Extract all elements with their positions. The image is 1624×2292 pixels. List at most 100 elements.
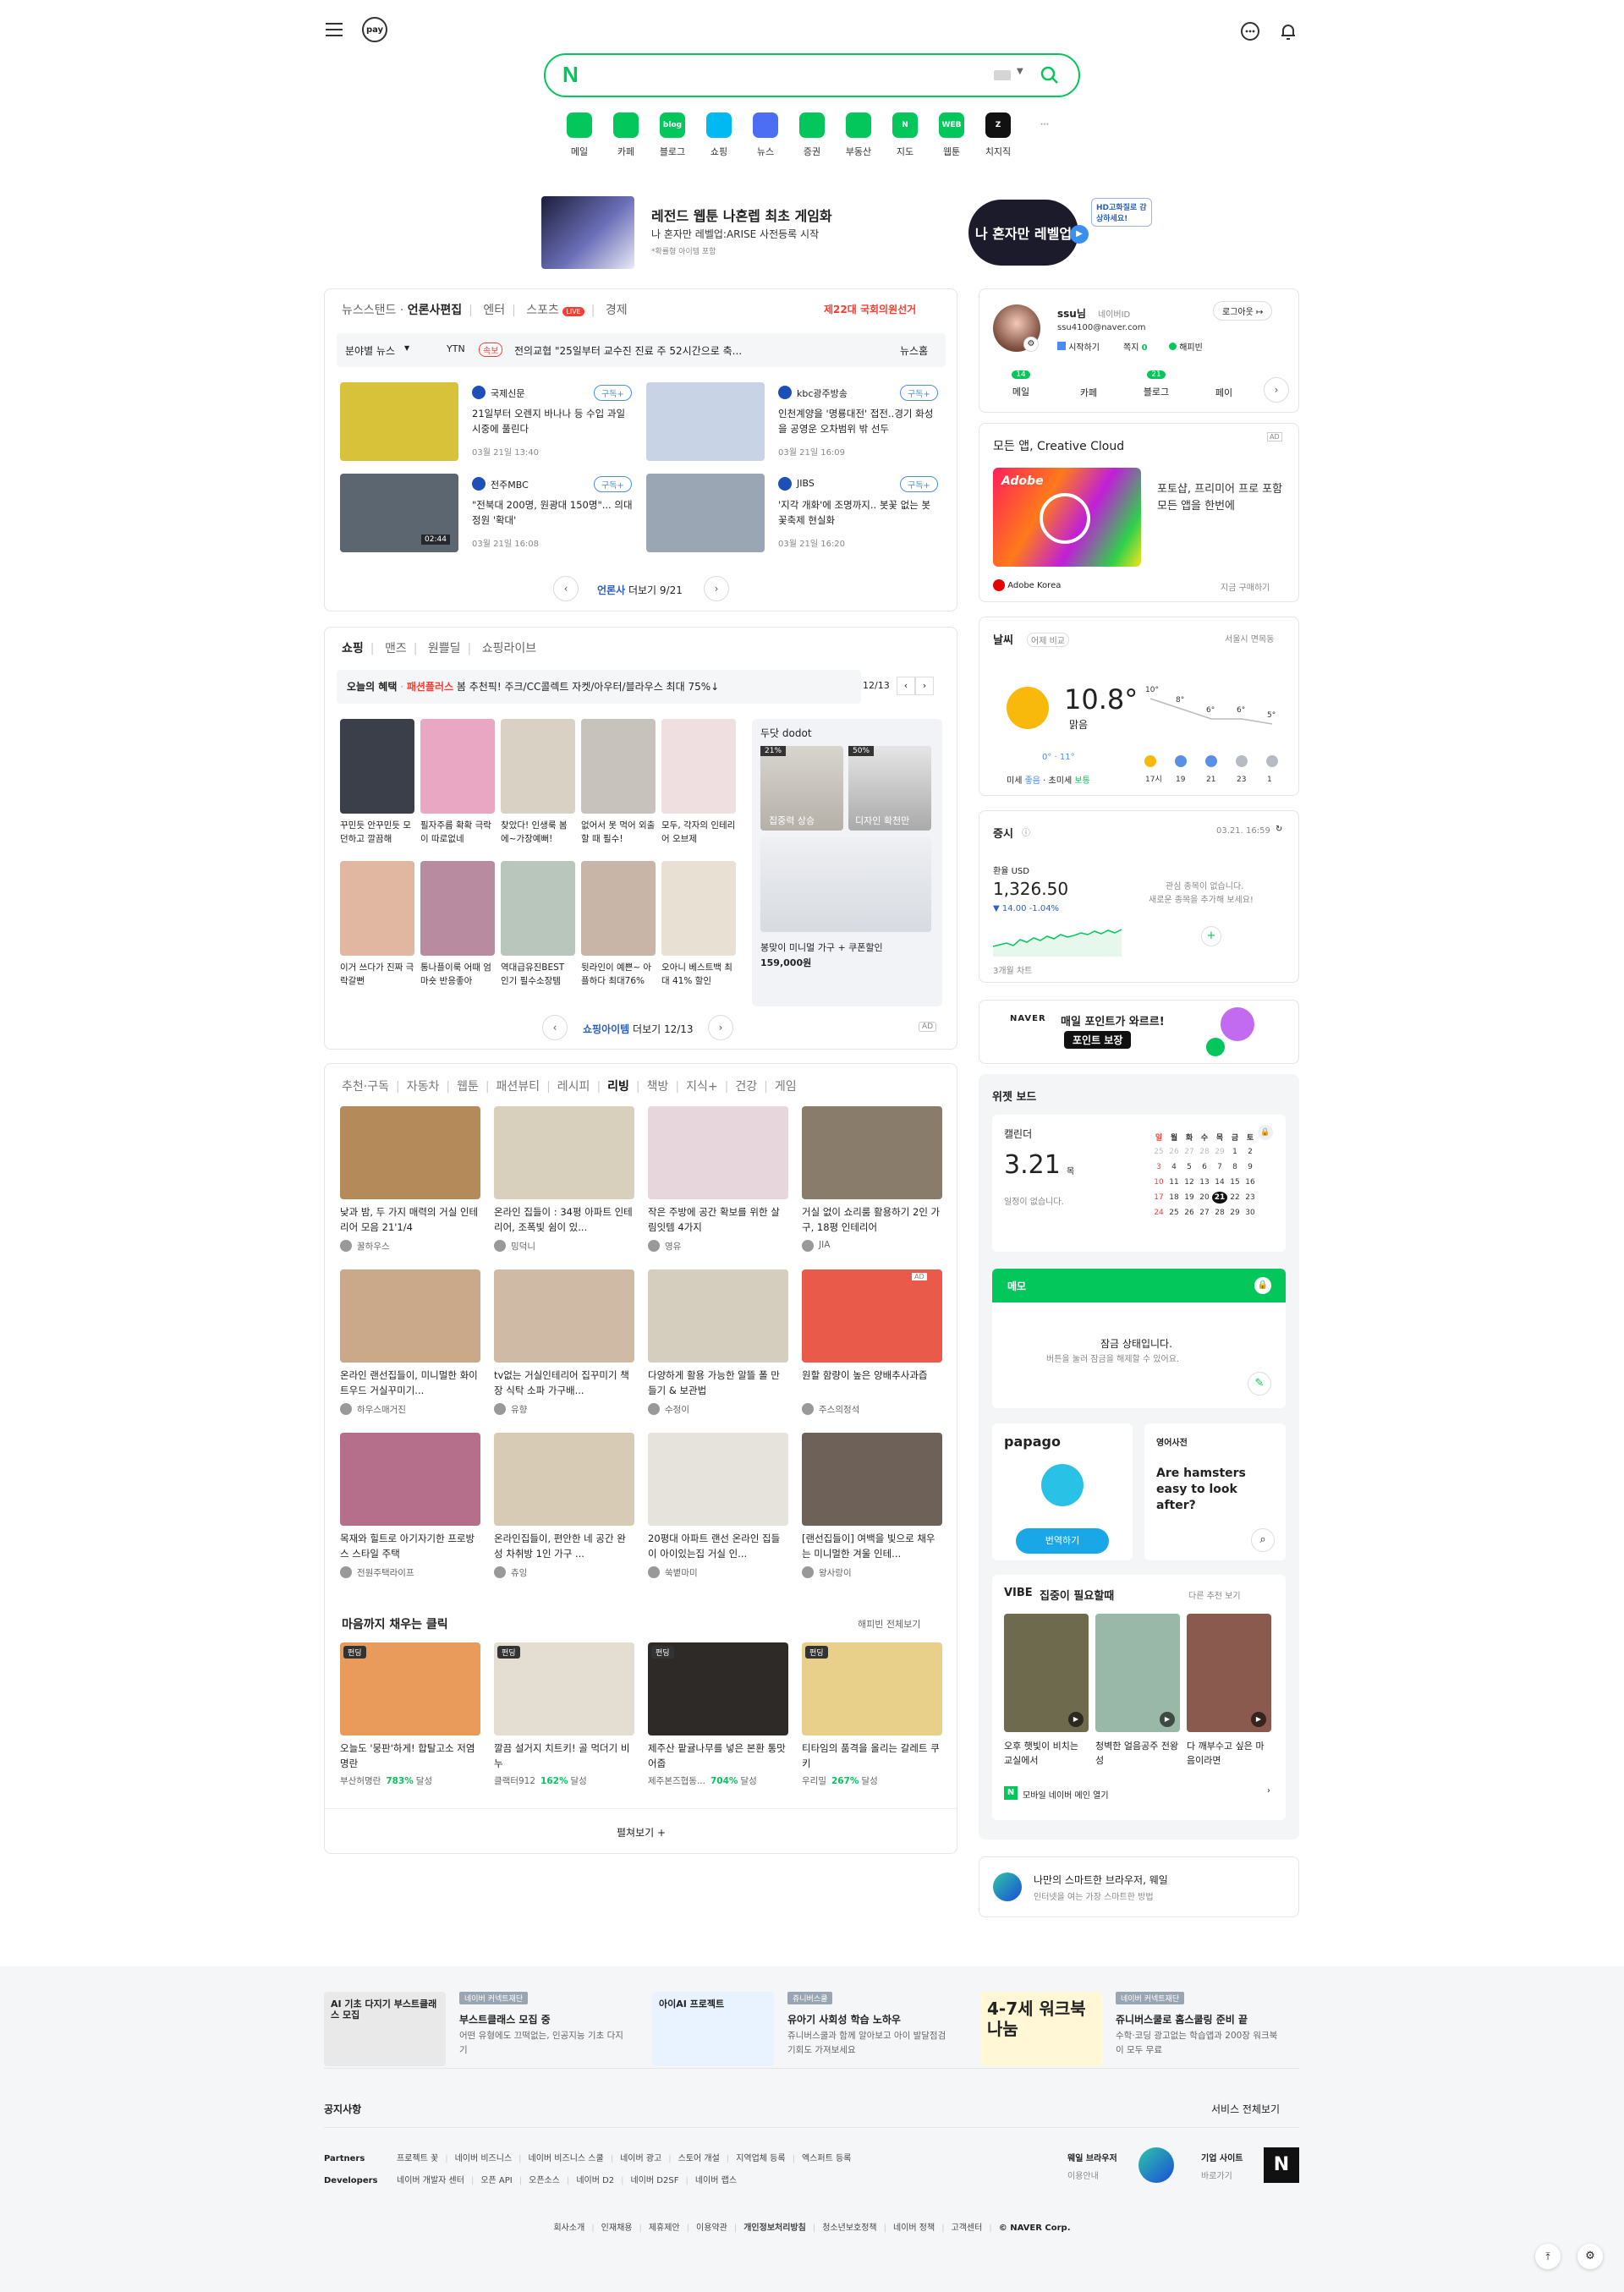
calendar-day[interactable]: 12 [1182,1176,1197,1188]
feed-card[interactable]: 다양하게 활용 가능한 알뜰 폴 만들기 & 보관법 수정이 [648,1269,788,1426]
benefit-next-button[interactable]: › [915,677,934,695]
keyboard-icon[interactable] [994,70,1011,80]
vibe-widget[interactable]: VIBE 집중이 필요할때 다른 추천 보기 ▶ 오후 햇빛이 비치는 교실에서 ▶… [992,1575,1286,1820]
partner-link[interactable]: 네이버 비즈니스 스쿨 [529,2154,604,2163]
settings-icon[interactable]: ⚙ [1023,337,1039,352]
footer-link[interactable]: 이용약관 [696,2223,727,2233]
feed-tab[interactable]: 패션뷰티 [497,1080,540,1094]
partner-link[interactable]: 네이버 광고 [620,2154,661,2163]
profile-tab[interactable]: 카페 [1059,367,1118,408]
shortcut-more[interactable]: ··· [1023,112,1066,163]
calendar-day[interactable]: 1 [1227,1146,1243,1158]
feed-tab[interactable]: 지식+ [686,1080,718,1094]
calendar-day[interactable]: 19 [1182,1192,1197,1204]
partner-link[interactable]: 네이버 비즈니스 [455,2154,513,2163]
search-icon[interactable]: ⌕ [1251,1528,1275,1552]
news-ticker[interactable]: 분야별 뉴스 ▼ YTN 속보 전의교협 "25일부터 교수진 진료 주 52시… [337,333,946,367]
search-bar[interactable]: N ▼ [544,53,1080,97]
developer-link[interactable]: 네이버 D2SF [631,2176,679,2185]
feed-tab[interactable]: 건강 [735,1080,757,1094]
calendar-day[interactable]: 13 [1197,1176,1212,1188]
partner-link[interactable]: 지역업체 등록 [736,2154,785,2163]
lock-icon[interactable]: 🔒 [1254,1277,1271,1294]
ad-cta[interactable]: 지금 구매하기 [1221,580,1270,593]
profile-next-button[interactable]: › [1264,377,1289,403]
shortcut-news[interactable]: 뉴스 [744,112,787,163]
play-icon[interactable]: ▶ [1251,1712,1266,1727]
corp-site-link[interactable]: 기업 사이트 바로가기 [1201,2151,1243,2181]
subscribe-button[interactable]: 구독+ [594,385,632,401]
weather-compare[interactable]: 어제 비교 [1027,633,1069,647]
calendar-day[interactable]: 9 [1243,1161,1258,1173]
settings-button[interactable]: ⚙ [1577,2244,1603,2269]
partner-link[interactable]: 프로젝트 꽃 [397,2154,438,2163]
tab-mens[interactable]: 맨즈 [385,642,407,655]
ticker-headline[interactable]: 전의교협 "25일부터 교수진 진료 주 52시간으로 축... [514,343,742,358]
calendar-day[interactable]: 20 [1197,1192,1212,1204]
chat-button[interactable] [1239,20,1261,42]
calendar-today[interactable]: 21 [1212,1192,1227,1204]
profile-name[interactable]: ssu님 [1057,306,1086,321]
shortcut-map[interactable]: N 지도 [884,112,926,163]
developer-link[interactable]: 네이버 D2 [576,2176,614,2185]
footer-link[interactable]: 청소년보호정책 [822,2223,876,2233]
product-card[interactable]: 없어서 못 먹어 외출할 때 필수! [581,719,656,854]
product-card[interactable]: 찾았다! 인생룩 봄에~가장예뻐! [501,719,575,854]
press-label[interactable]: 언론사 [597,584,625,596]
feed-tab[interactable]: 추천·구독 [342,1080,389,1094]
chevron-down-icon[interactable]: ▼ [1017,67,1023,76]
footer-promo[interactable]: 4-7세 워크북 나눔 네이버 커넥트재단 쥬니버스쿨로 홈스쿨링 준비 끝 수학·코… [980,1992,1293,2068]
feed-card[interactable]: 20평대 아파트 랜선 온라인 집들이 아이있는집 거실 인... 쑥볕마미 [648,1433,788,1589]
top-banner[interactable]: 레전드 웹툰 나혼렙 최초 게임화 나 혼자만 레벨업:ARISE 사전등록 시… [541,193,1152,271]
subscribe-button[interactable]: 구독+ [900,385,938,401]
calendar-day[interactable]: 27 [1197,1207,1212,1219]
footer-promo[interactable]: 아이AI 프로젝트 쥬니버스쿨 유아기 사회성 학습 노하우 쥬니버스쿨과 함께 알아… [652,1992,965,2068]
feed-card[interactable]: 목재와 힐트로 아기자기한 프로방스 스타일 주택 전원주택라이프 [340,1433,480,1589]
dictionary-widget[interactable]: 영어사전 Are hamsters easy to look after? ⌕ [1144,1423,1286,1560]
tab-sports[interactable]: 스포츠 [526,304,559,317]
whale-promo[interactable]: 나만의 스마트한 브라우저, 웨일 인터넷을 여는 가장 스마트한 방법 [979,1856,1299,1917]
info-icon[interactable]: ⓘ [1022,825,1030,838]
calendar-day[interactable]: 16 [1243,1176,1258,1188]
footer-link[interactable]: 회사소개 [553,2223,584,2233]
notification-button[interactable] [1277,20,1299,42]
calendar-day[interactable]: 4 [1166,1161,1182,1173]
naver-logo[interactable]: N [562,62,579,88]
election-link[interactable]: 제22대 국회의원선거 [824,302,916,316]
calendar-day[interactable]: 26 [1166,1146,1182,1158]
calendar-day[interactable]: 15 [1227,1176,1243,1188]
shortcut-cafe[interactable]: 카페 [605,112,647,163]
shop-next-button[interactable]: › [708,1015,733,1040]
product-card[interactable]: 이거 쓰다가 진짜 극락갈뻔 [340,861,414,996]
pay-button[interactable]: pay [362,17,387,42]
product-card[interactable]: 필자주름 확확 극락이 따로없네 [420,719,495,854]
feed-card[interactable]: 작은 주방에 공간 확보를 위한 살림잇템 4가지 영유 [648,1106,788,1263]
profile-tab[interactable]: 21 블로그 [1127,367,1186,408]
shortcut-blog[interactable]: blog 블로그 [651,112,694,163]
add-stock-button[interactable]: + [1201,926,1221,946]
shortcut-stock[interactable]: 증권 [791,112,833,163]
product-card[interactable]: 오아니 베스트백 최대 41% 할인 [661,861,736,996]
calendar-day[interactable]: 3 [1151,1161,1166,1173]
calendar-day[interactable]: 7 [1212,1161,1227,1173]
calendar-day[interactable]: 29 [1227,1207,1243,1219]
calendar-day[interactable]: 18 [1166,1192,1182,1204]
tab-economy[interactable]: 경제 [606,304,628,317]
vibe-more[interactable]: 다른 추천 보기 [1188,1588,1241,1601]
tab-shopping-live[interactable]: 쇼핑라이브 [482,642,536,655]
partner-link[interactable]: 엑스퍼트 등록 [802,2154,851,2163]
feed-card[interactable]: AD 원할 함량이 높은 양배추사과즙 주스의정석 [802,1269,942,1426]
developer-link[interactable]: 네이버 개발자 센터 [397,2176,464,2185]
profile-tab[interactable]: 14 메일 [991,367,1051,408]
menu-button[interactable] [324,20,344,39]
funding-card[interactable]: 펀딩 티타임의 품격을 올리는 갈레트 쿠키 우리밀 267% 달성 [802,1642,942,1795]
developer-link[interactable]: 오픈소스 [529,2176,560,2185]
news-item[interactable]: 국제신문 구독+ 21일부터 오렌지 바나나 등 수입 과일 시중에 풀린다 03월 … [340,382,636,463]
shop-more[interactable]: 더보기 [633,1023,661,1035]
shortcut-chzzk[interactable]: Z 치지직 [977,112,1019,163]
news-item[interactable]: kbc광주방송 구독+ 인천계양을 '명룡대전' 접전..경기 화성을 공영운 오차… [646,382,942,463]
tab-entertainment[interactable]: 엔터 [483,304,505,317]
calendar-day[interactable]: 5 [1182,1161,1197,1173]
papago-widget[interactable]: papago 번역하기 [992,1423,1133,1560]
tab-oneplusdeal[interactable]: 원쁠딜 [428,642,461,655]
